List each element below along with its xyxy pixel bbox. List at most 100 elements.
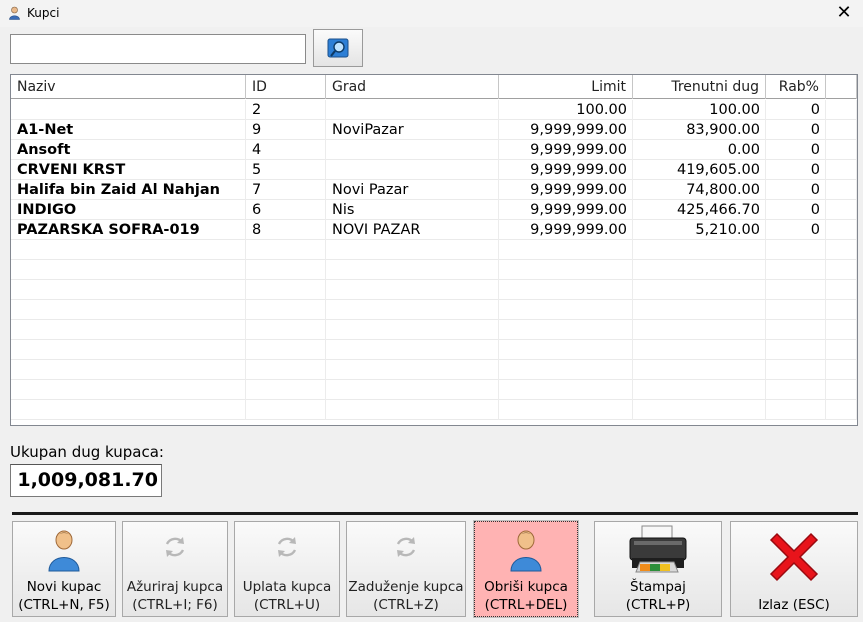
- table-row[interactable]: CRVENI KRST 5 9,999,999.00 419,605.00 0: [11, 160, 857, 180]
- empty-cell: [633, 300, 766, 320]
- cell-grad: Novi Pazar: [326, 180, 499, 200]
- cell-naziv: A1-Net: [11, 120, 246, 140]
- empty-cell: [326, 320, 499, 340]
- table-header: Naziv ID Grad Limit Trenutni dug Rab%: [11, 75, 857, 99]
- new-customer-shortcut: (CTRL+N, F5): [18, 597, 110, 613]
- new-customer-button[interactable]: Novi kupac (CTRL+N, F5): [12, 521, 116, 617]
- cell-rab: 0: [766, 140, 826, 160]
- empty-cell: [499, 380, 633, 400]
- empty-cell: [766, 260, 826, 280]
- cell-rab: 0: [766, 120, 826, 140]
- cell-naziv: PAZARSKA SOFRA-019: [11, 220, 246, 240]
- cell-filler: [826, 220, 857, 240]
- print-label: Štampaj: [630, 579, 686, 595]
- table-row[interactable]: Halifa bin Zaid Al Nahjan 7 Novi Pazar 9…: [11, 180, 857, 200]
- print-shortcut: (CTRL+P): [625, 597, 691, 613]
- customer-payment-button[interactable]: Uplata kupca (CTRL+U): [234, 521, 340, 617]
- column-header-grad[interactable]: Grad: [326, 75, 499, 99]
- empty-cell: [633, 360, 766, 380]
- empty-cell: [633, 240, 766, 260]
- empty-cell: [826, 380, 857, 400]
- empty-cell: [766, 240, 826, 260]
- customer-charge-shortcut: (CTRL+Z): [373, 597, 439, 613]
- cell-id: 7: [246, 180, 326, 200]
- cell-rab: 0: [766, 160, 826, 180]
- empty-cell: [326, 300, 499, 320]
- new-customer-label: Novi kupac: [26, 579, 102, 595]
- cell-grad: NOVI PAZAR: [326, 220, 499, 240]
- customer-charge-label: Zaduženje kupca: [348, 579, 464, 595]
- delete-customer-button[interactable]: Obriši kupca (CTRL+DEL): [473, 520, 579, 618]
- update-customer-label: Ažuriraj kupca: [126, 579, 224, 595]
- empty-cell: [246, 300, 326, 320]
- table-row[interactable]: INDIGO 6 Nis 9,999,999.00 425,466.70 0: [11, 200, 857, 220]
- empty-cell: [633, 280, 766, 300]
- customer-payment-label: Uplata kupca: [242, 579, 332, 595]
- empty-cell: [826, 320, 857, 340]
- cell-trenutni-dug: 100.00: [633, 100, 766, 120]
- column-header-filler: [826, 75, 857, 99]
- column-header-id[interactable]: ID: [246, 75, 326, 99]
- update-customer-button[interactable]: Ažuriraj kupca (CTRL+I; F6): [122, 521, 228, 617]
- empty-table-row: [11, 240, 857, 260]
- empty-cell: [499, 300, 633, 320]
- cell-rab: 0: [766, 200, 826, 220]
- empty-cell: [246, 340, 326, 360]
- red-x-icon: [769, 532, 819, 582]
- column-header-trenutni-dug[interactable]: Trenutni dug: [633, 75, 766, 99]
- cell-filler: [826, 120, 857, 140]
- empty-cell: [766, 340, 826, 360]
- column-header-naziv[interactable]: Naziv: [11, 75, 246, 99]
- table-row[interactable]: Ansoft 4 9,999,999.00 0.00 0: [11, 140, 857, 160]
- column-header-rab[interactable]: Rab%: [766, 75, 826, 99]
- cell-grad: Nis: [326, 200, 499, 220]
- search-icon: [327, 38, 349, 58]
- table-row[interactable]: PAZARSKA SOFRA-019 8 NOVI PAZAR 9,999,99…: [11, 220, 857, 240]
- cell-filler: [826, 140, 857, 160]
- empty-table-row: [11, 280, 857, 300]
- customer-charge-button[interactable]: Zaduženje kupca (CTRL+Z): [346, 521, 466, 617]
- empty-cell: [766, 320, 826, 340]
- empty-cell: [499, 260, 633, 280]
- empty-cell: [766, 380, 826, 400]
- empty-cell: [326, 380, 499, 400]
- empty-cell: [633, 380, 766, 400]
- print-button[interactable]: Štampaj (CTRL+P): [594, 521, 722, 617]
- user-icon: [9, 6, 20, 20]
- close-button[interactable]: ✕: [833, 2, 855, 24]
- cell-grad: [326, 160, 499, 180]
- cell-id: 4: [246, 140, 326, 160]
- empty-cell: [326, 240, 499, 260]
- search-button[interactable]: [313, 29, 363, 67]
- empty-cell: [326, 400, 499, 420]
- cell-trenutni-dug: 425,466.70: [633, 200, 766, 220]
- title-bar: Kupci ✕: [0, 0, 863, 27]
- empty-table-row: [11, 360, 857, 380]
- empty-table-row: [11, 260, 857, 280]
- empty-cell: [246, 280, 326, 300]
- cell-trenutni-dug: 419,605.00: [633, 160, 766, 180]
- divider: [12, 512, 858, 515]
- exit-button[interactable]: Izlaz (ESC): [730, 521, 858, 617]
- table-row[interactable]: 2 100.00 100.00 0: [11, 100, 857, 120]
- cell-trenutni-dug: 83,900.00: [633, 120, 766, 140]
- column-header-limit[interactable]: Limit: [499, 75, 633, 99]
- search-input[interactable]: [10, 34, 306, 64]
- customer-payment-shortcut: (CTRL+U): [253, 597, 321, 613]
- cell-limit: 9,999,999.00: [499, 160, 633, 180]
- table-row[interactable]: A1-Net 9 NoviPazar 9,999,999.00 83,900.0…: [11, 120, 857, 140]
- empty-cell: [11, 380, 246, 400]
- refresh-icon: [277, 537, 297, 557]
- cell-limit: 9,999,999.00: [499, 140, 633, 160]
- cell-trenutni-dug: 74,800.00: [633, 180, 766, 200]
- customers-table[interactable]: Naziv ID Grad Limit Trenutni dug Rab% 2 …: [10, 74, 858, 426]
- total-debt-value: 1,009,081.70: [10, 464, 162, 497]
- cell-limit: 9,999,999.00: [499, 120, 633, 140]
- empty-table-row: [11, 380, 857, 400]
- empty-cell: [633, 400, 766, 420]
- table-body: 2 100.00 100.00 0 A1-Net 9 NoviPazar 9,9…: [11, 100, 857, 420]
- cell-grad: [326, 140, 499, 160]
- empty-cell: [826, 400, 857, 420]
- cell-limit: 100.00: [499, 100, 633, 120]
- empty-cell: [826, 260, 857, 280]
